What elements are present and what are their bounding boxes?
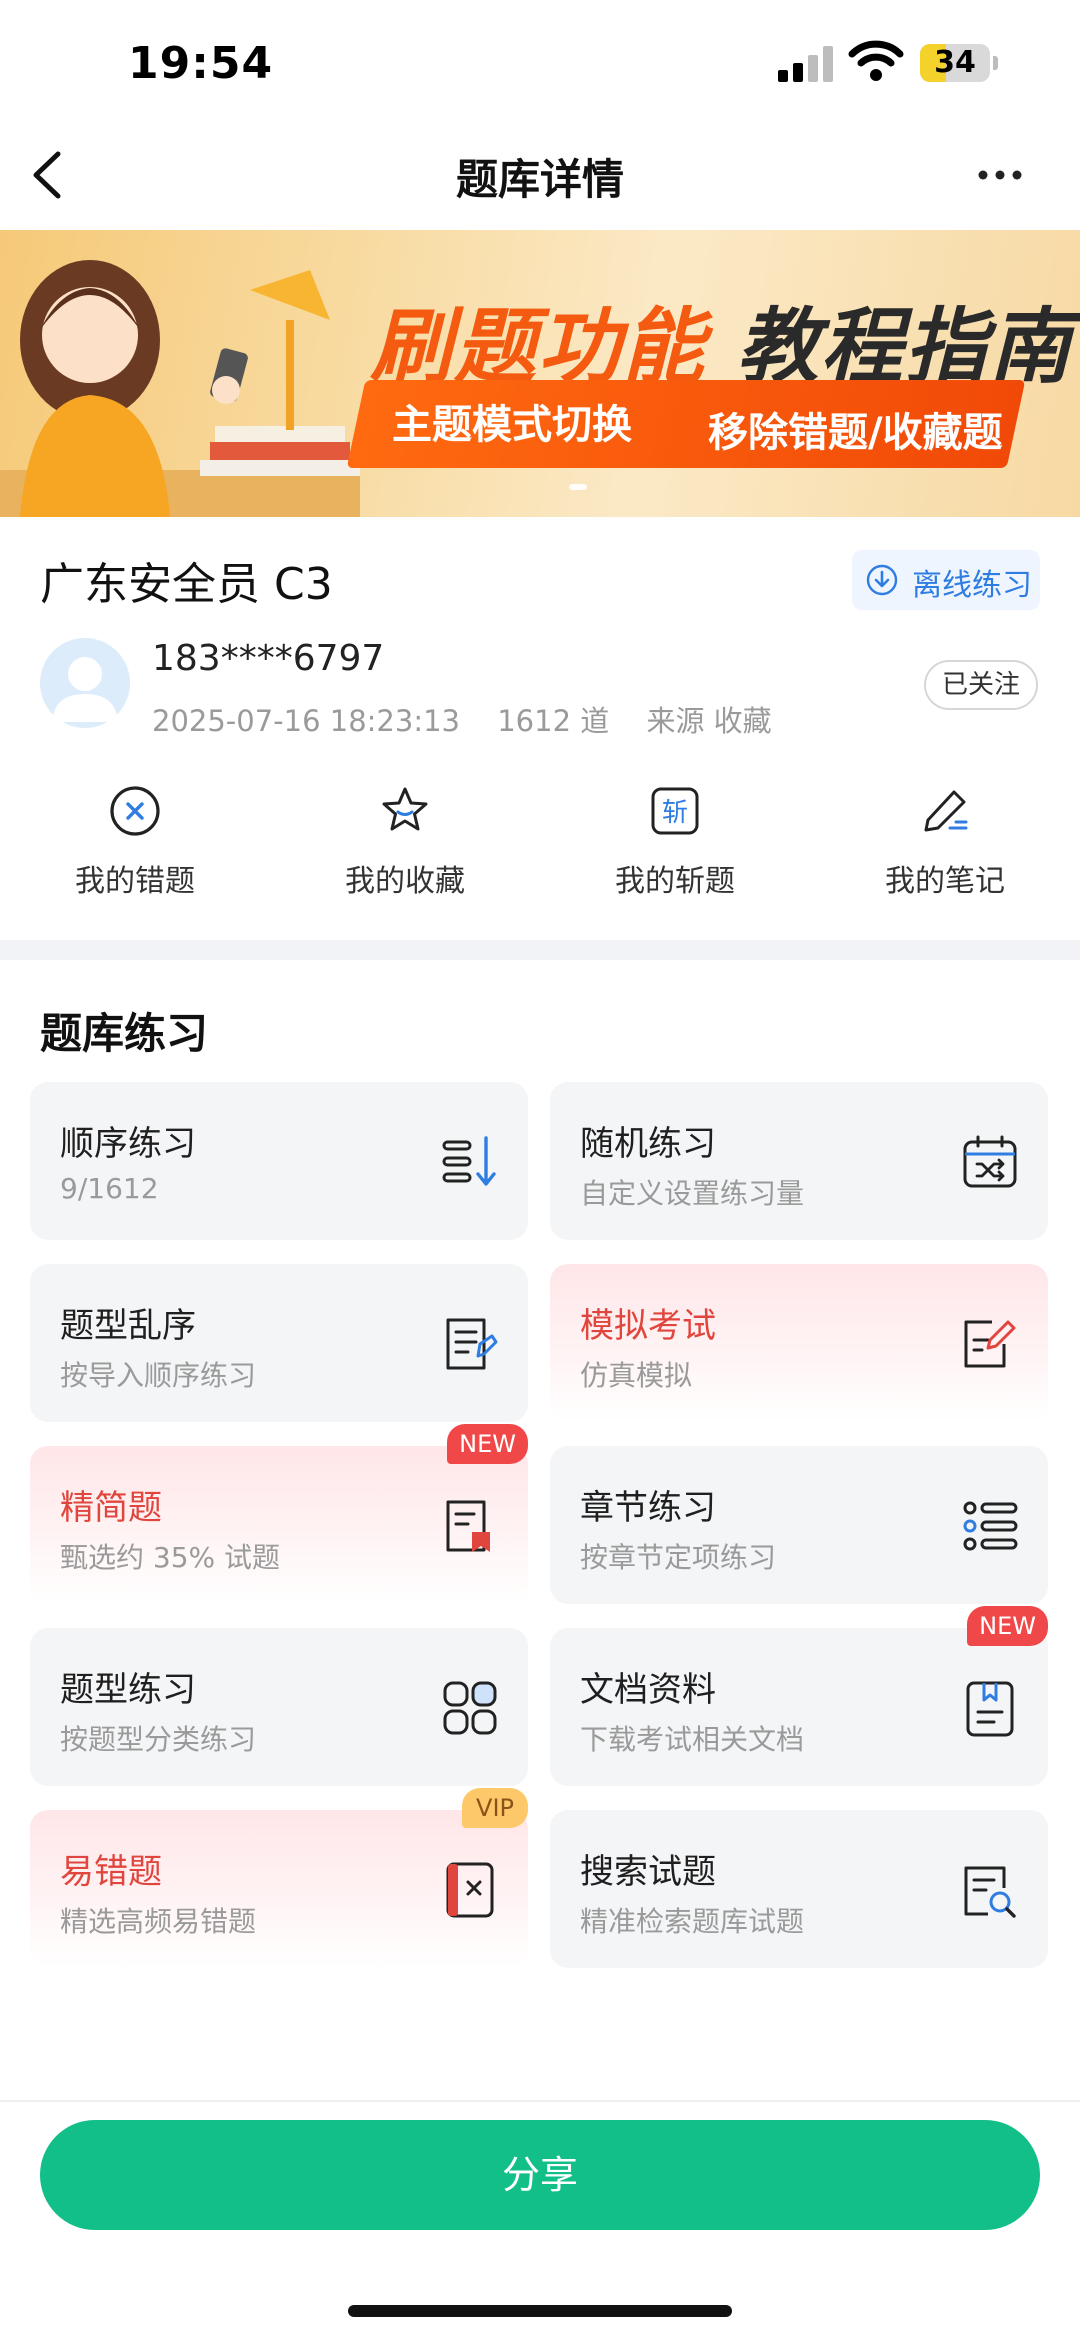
- card-title: 顺序练习: [60, 1124, 196, 1164]
- home-indicator: [348, 2305, 732, 2317]
- question-type-practice-card[interactable]: 题型练习 按题型分类练习: [30, 1628, 528, 1786]
- practice-section-title: 题库练习: [40, 1009, 209, 1058]
- qa-label: 我的错题: [75, 864, 195, 899]
- random-practice-card[interactable]: 随机练习 自定义设置练习量: [550, 1082, 1048, 1240]
- my-favorites-button[interactable]: 我的收藏: [305, 784, 505, 904]
- tutorial-banner[interactable]: 刷题功能 教程指南 主题模式切换 移除错题/收藏题: [0, 230, 1080, 517]
- type-shuffle-card[interactable]: 题型乱序 按导入顺序练习: [30, 1264, 528, 1422]
- qa-label: 我的笔记: [885, 864, 1005, 899]
- card-title: 题型乱序: [60, 1306, 196, 1346]
- avatar[interactable]: [40, 638, 130, 728]
- bank-title: 广东安全员 C3: [40, 559, 333, 610]
- card-title: 随机练习: [580, 1124, 716, 1164]
- search-questions-card[interactable]: 搜索试题 精准检索题库试题: [550, 1810, 1048, 1968]
- bank-source: 来源 收藏: [646, 704, 772, 738]
- status-bar: 19:54 34: [0, 0, 1080, 120]
- doc-search-icon: [964, 1866, 1016, 1918]
- pencil-icon: [924, 790, 968, 832]
- banner-subtitle-right: 移除错题/收藏题: [708, 410, 1003, 456]
- qa-label: 我的收藏: [345, 864, 465, 899]
- my-wrong-questions-button[interactable]: 我的错题: [35, 784, 235, 904]
- my-cut-questions-button[interactable]: 斩 我的斩题: [575, 784, 775, 904]
- user-avatar-icon: [52, 657, 118, 722]
- x-circle-icon: [110, 786, 160, 836]
- chapter-practice-card[interactable]: 章节练习 按章节定项练习: [550, 1446, 1048, 1604]
- new-badge: NEW: [447, 1424, 528, 1464]
- error-prone-card[interactable]: VIP 易错题 精选高频易错题: [30, 1788, 528, 1968]
- nav-bar: 题库详情: [0, 120, 1080, 230]
- bank-count: 1612 道: [497, 704, 610, 738]
- card-title: 精简题: [60, 1488, 162, 1528]
- calendar-shuffle-icon: [963, 1135, 1017, 1188]
- card-title: 易错题: [60, 1852, 162, 1892]
- user-name[interactable]: 183****6797: [152, 638, 384, 679]
- card-subtitle: 下载考试相关文档: [580, 1723, 805, 1756]
- grid-apps-icon: [443, 1681, 497, 1735]
- card-subtitle: 9/1612: [60, 1172, 159, 1205]
- banner-subtitle-left: 主题模式切换: [392, 402, 632, 448]
- new-badge: NEW: [967, 1606, 1048, 1646]
- qa-label: 我的斩题: [615, 864, 735, 899]
- share-button[interactable]: 分享: [40, 2120, 1040, 2230]
- card-subtitle: 按题型分类练习: [60, 1723, 257, 1756]
- card-subtitle: 精选高频易错题: [60, 1905, 257, 1938]
- card-title: 模拟考试: [580, 1306, 716, 1346]
- sort-list-icon: [442, 1136, 496, 1186]
- card-subtitle: 甄选约 35% 试题: [60, 1541, 281, 1574]
- banner-illustration: [0, 260, 360, 517]
- card-subtitle: 仿真模拟: [580, 1359, 693, 1392]
- star-icon: [382, 787, 428, 831]
- offline-practice-label: 离线练习: [912, 568, 1032, 603]
- status-time: 19:54: [128, 38, 274, 89]
- wifi-icon: [848, 40, 904, 81]
- bottom-divider: [0, 2100, 1080, 2102]
- slash-badge-icon: 斩: [651, 787, 699, 835]
- bank-date: 2025-07-16 18:23:13: [152, 704, 460, 738]
- offline-practice-button[interactable]: 离线练习: [852, 550, 1040, 610]
- more-dots-icon[interactable]: [975, 160, 1025, 190]
- section-divider: [0, 940, 1080, 960]
- list-bullets-icon: [963, 1501, 1018, 1551]
- battery-level: 34: [934, 45, 976, 80]
- card-title: 章节练习: [580, 1488, 716, 1528]
- follow-button[interactable]: 已关注: [924, 660, 1038, 710]
- card-title: 题型练习: [60, 1670, 196, 1710]
- card-title: 文档资料: [580, 1670, 716, 1710]
- doc-list-icon: [446, 1318, 498, 1370]
- vip-badge: VIP: [462, 1788, 528, 1828]
- download-icon: [866, 564, 898, 596]
- card-title: 搜索试题: [580, 1852, 716, 1892]
- doc-bookmark-icon: [446, 1500, 490, 1552]
- my-notes-button[interactable]: 我的笔记: [845, 784, 1045, 904]
- cellular-signal-icon: [778, 46, 833, 82]
- card-subtitle: 精准检索题库试题: [580, 1905, 805, 1938]
- card-subtitle: 按导入顺序练习: [60, 1359, 257, 1392]
- mock-exam-card[interactable]: 模拟考试 仿真模拟: [550, 1264, 1048, 1422]
- card-subtitle: 自定义设置练习量: [580, 1177, 805, 1210]
- concise-questions-card[interactable]: NEW 精简题 甄选约 35% 试题: [30, 1424, 528, 1604]
- document-icon: [966, 1681, 1014, 1737]
- svg-text:斩: 斩: [662, 798, 688, 828]
- sequential-practice-card[interactable]: 顺序练习 9/1612: [30, 1082, 528, 1240]
- page-title: 题库详情: [455, 155, 624, 204]
- error-book-icon: [446, 1862, 494, 1918]
- bank-meta: 2025-07-16 18:23:13 1612 道 来源 收藏: [152, 698, 800, 740]
- card-subtitle: 按章节定项练习: [580, 1541, 777, 1574]
- battery-indicator: 34: [920, 44, 1000, 82]
- edit-doc-icon: [964, 1320, 1016, 1368]
- documents-card[interactable]: NEW 文档资料 下载考试相关文档: [550, 1606, 1048, 1786]
- banner-page-indicator: [569, 484, 587, 490]
